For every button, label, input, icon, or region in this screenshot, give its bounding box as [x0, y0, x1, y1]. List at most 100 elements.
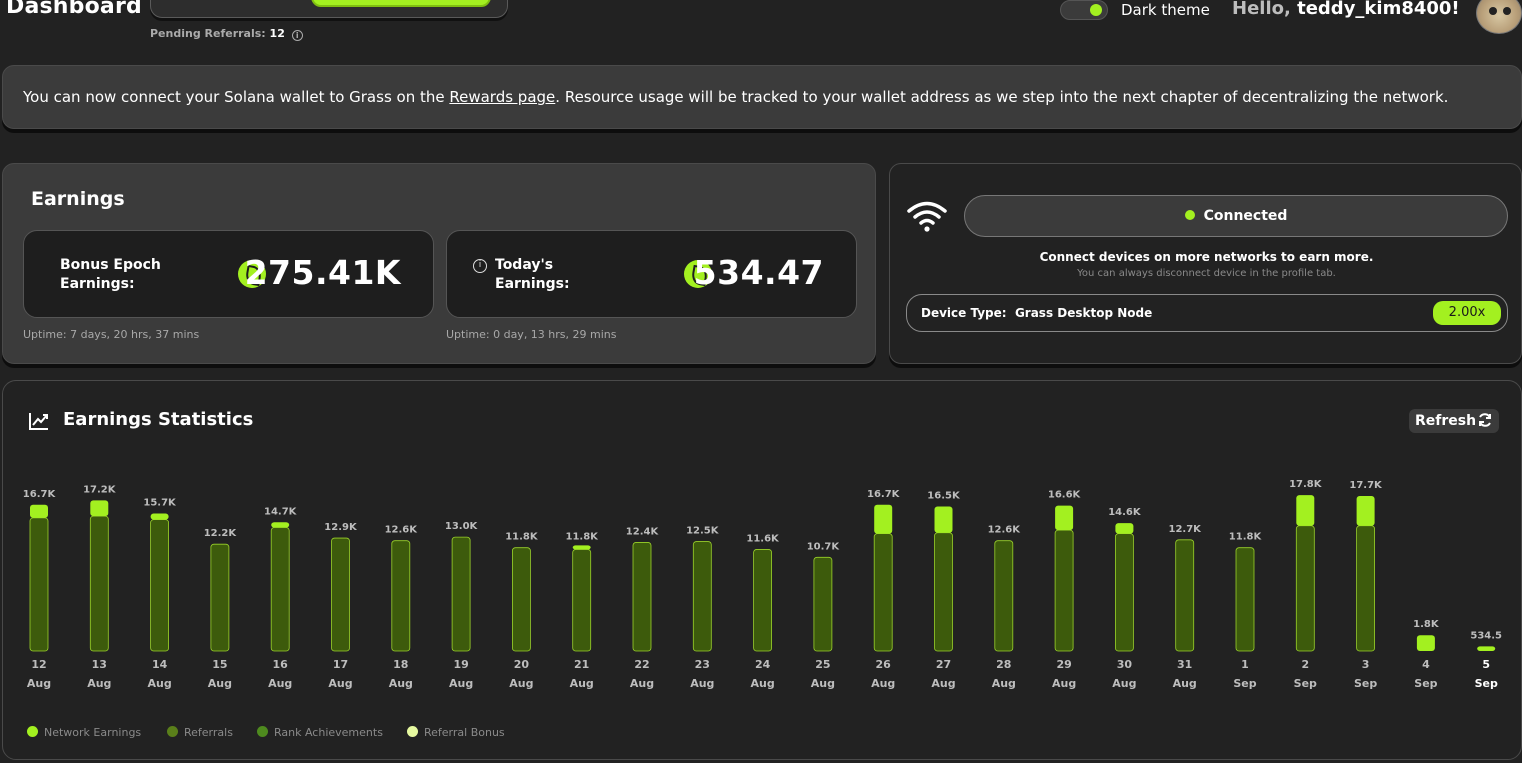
- bar-total-label: 12.6K: [988, 525, 1022, 536]
- legend-label: Referrals: [184, 726, 233, 739]
- legend-network-earnings[interactable]: Network Earnings: [27, 726, 141, 739]
- bar-total-label: 14.6K: [1108, 507, 1142, 518]
- avatar[interactable]: [1476, 0, 1522, 34]
- info-icon[interactable]: i: [473, 259, 487, 273]
- x-tick-day: 3: [1362, 658, 1370, 671]
- x-tick-month: Aug: [509, 677, 533, 690]
- theme-label: Dark theme: [1121, 1, 1210, 19]
- today-label-line2: Earnings:: [495, 276, 570, 292]
- greeting-hello: Hello,: [1232, 0, 1291, 19]
- greeting: Hello, teddy_kim8400!: [1232, 0, 1460, 19]
- bar-network-earnings: [572, 545, 591, 550]
- dashboard-page: Dashboard Pending Referrals: 12 i Dark t…: [0, 0, 1522, 763]
- avatar-eye: [1503, 7, 1511, 15]
- device-type-label: Device Type:: [921, 306, 1007, 320]
- bar-total-label: 14.7K: [264, 506, 298, 517]
- legend-swatch: [27, 726, 38, 737]
- x-tick-day: 26: [876, 658, 892, 671]
- bar-network-earnings: [1356, 496, 1375, 526]
- announcement-banner: You can now connect your Solana wallet t…: [2, 65, 1522, 129]
- bar-referrals: [89, 515, 109, 652]
- chart-trend-icon: [29, 413, 48, 430]
- bar-total-label: 17.2K: [83, 484, 117, 495]
- bar-referrals: [632, 542, 652, 652]
- x-tick-day: 30: [1117, 658, 1133, 671]
- bar-total-label: 10.7K: [807, 541, 841, 552]
- x-tick-month: Aug: [87, 677, 111, 690]
- bar-total-label: 534.5: [1470, 630, 1502, 641]
- bar-referrals: [1175, 539, 1195, 652]
- bar-network-earnings: [1055, 505, 1074, 531]
- todays-earnings-value: 534.47: [693, 253, 824, 292]
- legend-swatch: [167, 726, 178, 737]
- x-tick-month: Aug: [1052, 677, 1076, 690]
- x-tick-day: 12: [31, 658, 46, 671]
- today-label-line1: Today's: [495, 257, 554, 273]
- bar-total-label: 12.2K: [204, 528, 238, 539]
- bar-total-label: 13.0K: [445, 521, 479, 532]
- x-tick-month: Sep: [1294, 677, 1317, 690]
- x-tick-month: Aug: [147, 677, 171, 690]
- bar-network-earnings: [1296, 495, 1315, 526]
- pending-referrals-label: Pending Referrals:: [150, 27, 266, 40]
- legend-rank-achievements[interactable]: Rank Achievements: [257, 726, 383, 739]
- todays-earnings: i Today's Earnings: 534.47: [446, 230, 857, 318]
- bonus-epoch-value: 275.41K: [244, 253, 401, 292]
- bar-network-earnings: [150, 513, 169, 520]
- x-tick-day: 18: [393, 658, 408, 671]
- x-tick-month: Aug: [389, 677, 413, 690]
- x-tick-month: Aug: [750, 677, 774, 690]
- x-tick-day: 24: [755, 658, 771, 671]
- bar-total-label: 12.4K: [626, 526, 660, 537]
- bar-referrals: [692, 541, 712, 652]
- x-tick-month: Aug: [811, 677, 835, 690]
- x-tick-month: Sep: [1233, 677, 1256, 690]
- earnings-chart: 16.7K12Aug17.2K13Aug15.7K14Aug12.2K15Aug…: [23, 479, 1502, 690]
- bar-network-earnings: [1416, 635, 1435, 651]
- x-tick-day: 22: [634, 658, 649, 671]
- pending-referrals-count: 12: [269, 27, 285, 40]
- connection-status-button[interactable]: Connected: [964, 195, 1508, 237]
- bar-network-earnings: [271, 522, 290, 528]
- announcement-after: . Resource usage will be tracked to your…: [555, 88, 1449, 106]
- x-tick-day: 21: [574, 658, 589, 671]
- announcement-text: You can now connect your Solana wallet t…: [23, 88, 1448, 106]
- theme-toggle[interactable]: [1060, 0, 1108, 20]
- bar-network-earnings: [874, 504, 893, 534]
- legend-label: Network Earnings: [44, 726, 142, 739]
- x-tick-month: Aug: [268, 677, 292, 690]
- announcement-before: You can now connect your Solana wallet t…: [23, 88, 450, 106]
- bar-referrals: [210, 543, 230, 652]
- refresh-button[interactable]: Refresh: [1409, 409, 1499, 433]
- x-tick-month: Aug: [1173, 677, 1197, 690]
- multiplier-badge: 2.00x: [1433, 301, 1501, 325]
- legend-referral-bonus[interactable]: Referral Bonus: [407, 726, 505, 739]
- x-tick-day: 27: [936, 658, 951, 671]
- toggle-knob: [1090, 4, 1102, 16]
- bonus-label-line1: Bonus Epoch: [60, 257, 161, 273]
- bar-total-label: 12.5K: [686, 526, 720, 537]
- bar-referrals: [813, 556, 833, 652]
- todays-earnings-label: Today's Earnings:: [495, 256, 570, 294]
- bar-network-earnings: [30, 504, 48, 518]
- device-type-value: Grass Desktop Node: [1014, 306, 1153, 320]
- earnings-title: Earnings: [31, 188, 125, 210]
- x-tick-month: Aug: [208, 677, 232, 690]
- today-uptime: Uptime: 0 day, 13 hrs, 29 mins: [446, 328, 617, 341]
- rewards-page-link[interactable]: Rewards page: [449, 88, 555, 106]
- device-type-row: Device Type: Grass Desktop Node 2.00x: [906, 294, 1508, 332]
- bar-referrals: [150, 519, 170, 652]
- earnings-statistics-card: 16.7K 12 Aug 17.2K 13 Aug 15.7K 14 Aug 12.2K 15 Aug…: [2, 380, 1522, 760]
- x-tick-day: 17: [333, 658, 348, 671]
- x-tick-day: 19: [453, 658, 468, 671]
- username: teddy_kim8400!: [1297, 0, 1460, 19]
- bar-referrals: [29, 517, 49, 652]
- copy-referral-button[interactable]: [311, 0, 491, 7]
- bar-total-label: 1.8K: [1413, 619, 1440, 630]
- earnings-statistics-title: Earnings Statistics: [63, 409, 254, 430]
- x-tick-day: 15: [212, 658, 227, 671]
- x-tick-month: Aug: [449, 677, 473, 690]
- legend-referrals[interactable]: Referrals: [167, 726, 233, 739]
- x-tick-month: Aug: [1112, 677, 1136, 690]
- info-icon[interactable]: i: [291, 30, 303, 41]
